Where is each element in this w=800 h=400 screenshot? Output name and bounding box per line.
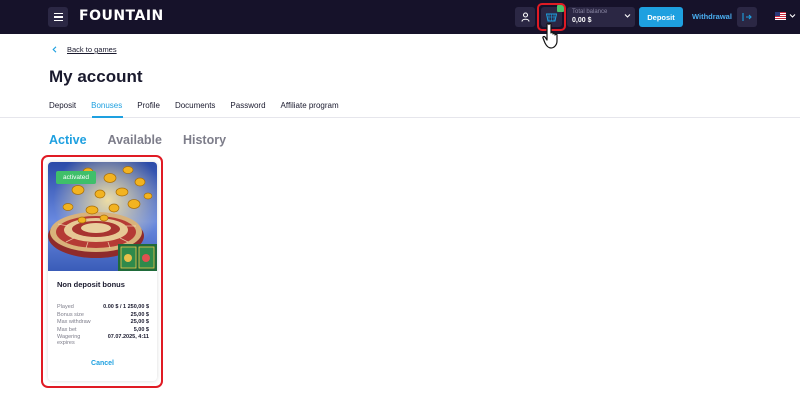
menu-button[interactable] — [48, 7, 68, 27]
bonus-title: Non deposit bonus — [57, 280, 125, 289]
hamburger-icon — [53, 12, 63, 15]
subtab-available[interactable]: Available — [108, 133, 162, 147]
balance-dropdown[interactable]: Total balance 0,00 $ — [567, 7, 635, 27]
logout-button[interactable] — [737, 7, 757, 27]
top-bar: FOUNTAIN Total balance 0,00 $ Deposit Wi… — [0, 0, 800, 34]
chevron-down-icon — [789, 14, 796, 18]
us-flag-icon — [775, 12, 786, 20]
status-badge: activated — [56, 171, 97, 184]
back-link-label: Back to games — [67, 45, 117, 54]
subtab-history[interactable]: History — [183, 133, 226, 147]
detail-row-max-bet: Max bet 5,00 $ — [57, 326, 149, 333]
balance-label: Total balance — [572, 9, 608, 15]
logo[interactable]: FOUNTAIN — [79, 8, 164, 24]
bonus-status-tabs: Active Available History — [49, 133, 247, 147]
detail-row-wagering-expires: Wagering expires 07.07.2025, 4:11 — [57, 334, 149, 347]
withdrawal-link[interactable]: Withdrawal — [692, 12, 732, 21]
detail-row-bonus-size: Bonus size 25,00 $ — [57, 311, 149, 318]
detail-row-max-withdraw: Max withdraw 25,00 $ — [57, 319, 149, 326]
active-tab-indicator — [92, 116, 123, 118]
logout-icon — [742, 13, 752, 21]
user-icon — [520, 12, 530, 22]
deposit-button[interactable]: Deposit — [639, 7, 683, 27]
tab-affiliate-program[interactable]: Affiliate program — [281, 101, 339, 110]
page-title: My account — [49, 67, 143, 86]
back-to-games-link[interactable]: Back to games — [52, 45, 117, 54]
chevron-left-icon — [52, 46, 57, 53]
tab-profile[interactable]: Profile — [137, 101, 160, 110]
cancel-bonus-button[interactable]: Cancel — [48, 360, 157, 367]
hand-cursor-icon — [542, 22, 558, 49]
detail-row-played: Played 0.00 $ / 1 250,00 $ — [57, 304, 149, 310]
bonus-details: Played 0.00 $ / 1 250,00 $ Bonus size 25… — [57, 304, 149, 346]
balance-value: 0,00 $ — [572, 17, 592, 24]
tab-password[interactable]: Password — [230, 101, 265, 110]
profile-button[interactable] — [515, 7, 535, 27]
chevron-down-icon — [624, 14, 631, 18]
subtab-active[interactable]: Active — [49, 133, 87, 147]
bonus-card: activated Non deposit bonus Played 0.00 … — [48, 162, 157, 381]
tab-bonuses[interactable]: Bonuses — [91, 101, 122, 110]
language-selector[interactable] — [775, 12, 796, 20]
tab-deposit[interactable]: Deposit — [49, 101, 76, 110]
account-tabs: Deposit Bonuses Profile Documents Passwo… — [49, 101, 354, 110]
tab-documents[interactable]: Documents — [175, 101, 215, 110]
